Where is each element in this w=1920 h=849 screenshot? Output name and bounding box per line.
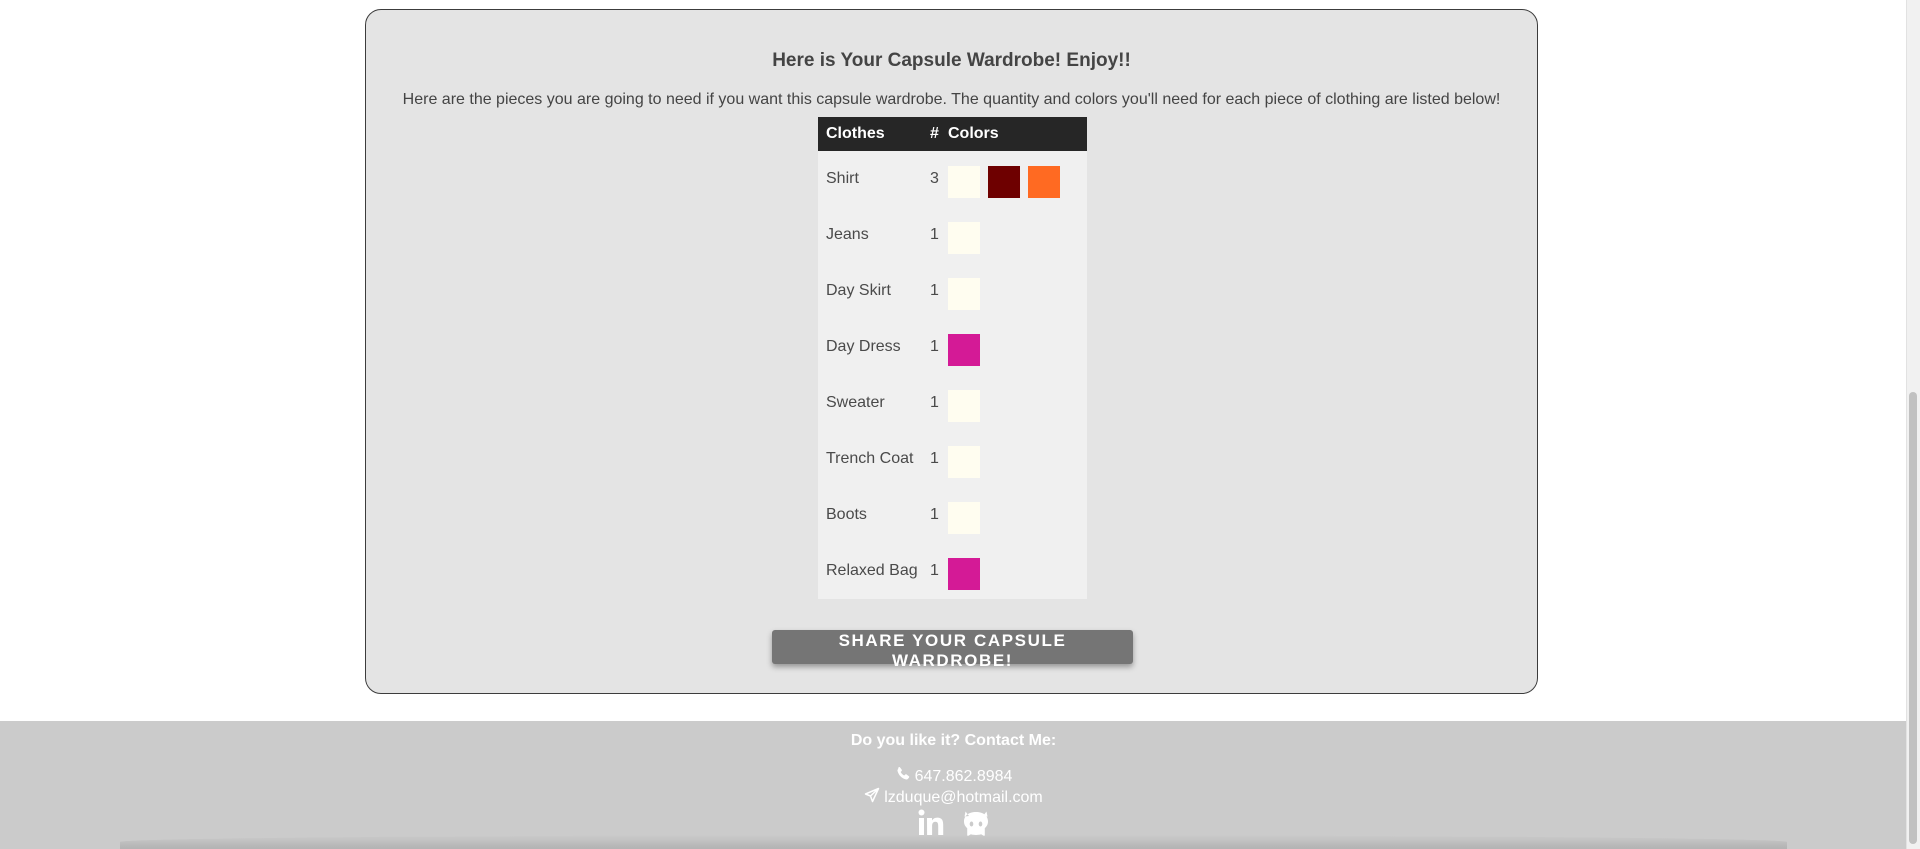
color-swatches bbox=[948, 278, 1071, 310]
scrollbar-thumb[interactable] bbox=[1909, 392, 1917, 844]
table-body: Shirt 3 Jeans 1 Day Skirt 1 Day Dress 1 Sweater 1… bbox=[818, 151, 1087, 599]
header-colors: Colors bbox=[940, 117, 1087, 151]
clothing-colors bbox=[940, 487, 1087, 543]
phone-icon bbox=[895, 766, 911, 787]
wardrobe-card: Here is Your Capsule Wardrobe! Enjoy!! H… bbox=[365, 9, 1538, 694]
clothing-qty: 1 bbox=[930, 506, 939, 523]
clothing-colors bbox=[940, 375, 1087, 431]
card-title: Here is Your Capsule Wardrobe! Enjoy!! bbox=[772, 50, 1131, 71]
table-row: Jeans 1 bbox=[818, 207, 1087, 263]
table-row: Relaxed Bag 1 bbox=[818, 543, 1087, 599]
page: Here is Your Capsule Wardrobe! Enjoy!! H… bbox=[0, 0, 1920, 849]
clothing-qty: 1 bbox=[930, 282, 939, 299]
color-swatches bbox=[948, 222, 1071, 254]
clothing-qty: 1 bbox=[930, 562, 939, 579]
footer-title: Do you like it? Contact Me: bbox=[850, 732, 1057, 749]
color-swatches bbox=[948, 334, 1071, 366]
email-address: lzduque@hotmail.com bbox=[884, 788, 1043, 806]
color-swatches bbox=[948, 446, 1071, 478]
color-swatch bbox=[948, 446, 980, 478]
clothing-qty: 1 bbox=[930, 226, 939, 243]
linkedin-icon[interactable] bbox=[916, 807, 948, 844]
header-qty: # bbox=[922, 117, 940, 151]
clothing-colors bbox=[940, 151, 1087, 207]
github-icon[interactable] bbox=[960, 807, 992, 844]
send-icon bbox=[864, 787, 880, 808]
wardrobe-table: Clothes # Colors Shirt 3 Jeans 1 Day Skirt 1 D… bbox=[818, 117, 1087, 599]
clothing-name: Sweater bbox=[826, 394, 885, 411]
scrollbar[interactable] bbox=[1906, 0, 1920, 849]
color-swatch bbox=[948, 390, 980, 422]
clothing-colors bbox=[940, 263, 1087, 319]
color-swatches bbox=[948, 390, 1071, 422]
social-links bbox=[0, 807, 1907, 844]
clothing-colors bbox=[940, 543, 1087, 599]
color-swatch bbox=[988, 166, 1020, 198]
clothing-name: Trench Coat bbox=[826, 450, 914, 467]
share-wardrobe-button[interactable]: SHARE YOUR CAPSULE WARDROBE! bbox=[772, 630, 1133, 670]
contact-email[interactable]: lzduque@hotmail.com bbox=[0, 787, 1907, 808]
table-header-row: Clothes # Colors bbox=[818, 117, 1087, 151]
clothing-name: Shirt bbox=[826, 170, 859, 187]
color-swatch bbox=[948, 558, 980, 590]
table-row: Day Dress 1 bbox=[818, 319, 1087, 375]
table-row: Boots 1 bbox=[818, 487, 1087, 543]
clothing-colors bbox=[940, 431, 1087, 487]
table-row: Trench Coat 1 bbox=[818, 431, 1087, 487]
footer: Do you like it? Contact Me: 647.862.8984… bbox=[0, 721, 1907, 849]
color-swatch bbox=[948, 166, 980, 198]
clothing-colors bbox=[940, 319, 1087, 375]
phone-number: 647.862.8984 bbox=[914, 767, 1013, 785]
contact-phone[interactable]: 647.862.8984 bbox=[0, 766, 1907, 787]
color-swatches bbox=[948, 558, 1071, 590]
color-swatch bbox=[948, 278, 980, 310]
clothing-name: Relaxed Bag bbox=[826, 562, 918, 579]
clothing-qty: 3 bbox=[930, 170, 939, 187]
clothing-qty: 1 bbox=[930, 450, 939, 467]
color-swatch bbox=[1028, 166, 1060, 198]
clothing-name: Day Skirt bbox=[826, 282, 891, 299]
header-clothes: Clothes bbox=[818, 117, 922, 151]
clothing-name: Boots bbox=[826, 506, 867, 523]
color-swatch bbox=[948, 502, 980, 534]
clothing-name: Jeans bbox=[826, 226, 869, 243]
clothing-name: Day Dress bbox=[826, 338, 901, 355]
color-swatches bbox=[948, 166, 1071, 198]
table-row: Sweater 1 bbox=[818, 375, 1087, 431]
table-row: Day Skirt 1 bbox=[818, 263, 1087, 319]
clothing-qty: 1 bbox=[930, 338, 939, 355]
color-swatch bbox=[948, 222, 980, 254]
color-swatches bbox=[948, 502, 1071, 534]
clothing-qty: 1 bbox=[930, 394, 939, 411]
color-swatch bbox=[948, 334, 980, 366]
card-intro: Here are the pieces you are going to nee… bbox=[402, 91, 1501, 108]
table-row: Shirt 3 bbox=[818, 151, 1087, 207]
clothing-colors bbox=[940, 207, 1087, 263]
